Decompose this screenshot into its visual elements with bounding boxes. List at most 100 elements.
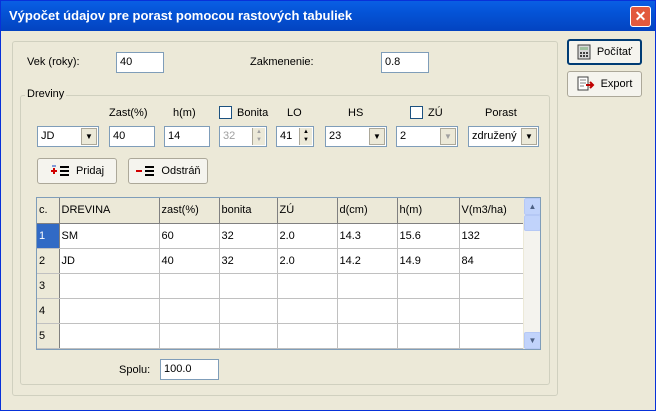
scroll-thumb[interactable] — [524, 215, 540, 231]
add-row-icon — [50, 165, 69, 176]
zast-input[interactable]: 40 — [109, 126, 155, 147]
odstran-button[interactable]: Odstráň — [128, 158, 208, 184]
title-bar: Výpočet údajov pre porast pomocou rastov… — [1, 1, 655, 31]
row-number[interactable]: 1 — [37, 223, 60, 249]
column-header[interactable]: DREVINA — [59, 198, 160, 224]
pocitat-label: Počítať — [596, 46, 633, 58]
bonita-header: Bonita — [237, 107, 269, 119]
table-cell[interactable] — [59, 273, 160, 299]
table-cell[interactable] — [59, 298, 160, 324]
zu-checkbox[interactable] — [410, 106, 423, 119]
chevron-down-icon[interactable]: ▼ — [369, 128, 385, 145]
table-cell[interactable] — [219, 323, 278, 349]
dreviny-group-label: Dreviny — [25, 88, 67, 100]
chevron-down-icon[interactable]: ▼ — [440, 128, 456, 145]
table-cell[interactable] — [337, 323, 398, 349]
column-header[interactable]: zast(%) — [159, 198, 220, 224]
table-cell[interactable] — [277, 298, 338, 324]
scroll-up-icon[interactable]: ▲ — [524, 198, 540, 215]
table-cell[interactable] — [459, 273, 525, 299]
table-cell[interactable]: 32 — [219, 223, 278, 249]
table-cell[interactable]: 60 — [159, 223, 220, 249]
table-cell[interactable]: 40 — [159, 248, 220, 274]
bonita-spin-buttons[interactable]: ▲ ▼ — [252, 128, 265, 145]
table-cell[interactable] — [337, 273, 398, 299]
table-cell[interactable]: JD — [59, 248, 160, 274]
zakmenenie-label: Zakmenenie: — [250, 56, 314, 68]
bonita-checkbox[interactable] — [219, 106, 232, 119]
table-row[interactable]: 3 — [37, 273, 525, 299]
vek-input[interactable]: 40 — [116, 52, 164, 73]
spolu-value: 100.0 — [160, 359, 219, 380]
table-header-row: c. DREVINA zast(%) bonita ZÚ d(cm) h(m) … — [37, 198, 525, 224]
zu-value: 2 — [400, 130, 407, 142]
row-number[interactable]: 3 — [37, 273, 60, 299]
drevina-select[interactable]: JD ▼ — [37, 126, 99, 147]
table-cell[interactable]: 14.9 — [397, 248, 460, 274]
column-header[interactable]: V(m3/ha) — [459, 198, 525, 224]
row-number[interactable]: 2 — [37, 248, 60, 274]
table-cell[interactable] — [59, 323, 160, 349]
table-cell[interactable] — [337, 298, 398, 324]
lo-spin-buttons[interactable]: ▲ ▼ — [299, 128, 312, 145]
table-cell[interactable] — [159, 273, 220, 299]
table-cell[interactable] — [277, 323, 338, 349]
dreviny-table[interactable]: c. DREVINA zast(%) bonita ZÚ d(cm) h(m) … — [36, 197, 541, 350]
table-row[interactable]: 1 SM 60 32 2.0 14.3 15.6 132 — [37, 223, 525, 249]
table-cell[interactable] — [397, 298, 460, 324]
table-cell[interactable] — [159, 298, 220, 324]
table-row[interactable]: 2 JD 40 32 2.0 14.2 14.9 84 — [37, 248, 525, 274]
table-scrollbar[interactable]: ▲ ▼ — [523, 198, 540, 349]
row-number[interactable]: 4 — [37, 298, 60, 324]
lo-spinner[interactable]: 41 ▲ ▼ — [276, 126, 314, 147]
table-cell[interactable] — [219, 273, 278, 299]
window-title: Výpočet údajov pre porast pomocou rastov… — [9, 8, 353, 23]
chevron-down-icon[interactable]: ▼ — [521, 128, 537, 145]
column-header[interactable]: d(cm) — [337, 198, 398, 224]
column-header[interactable]: h(m) — [397, 198, 460, 224]
h-header: h(m) — [173, 107, 196, 119]
table-cell[interactable]: 84 — [459, 248, 525, 274]
chevron-down-icon[interactable]: ▼ — [81, 128, 97, 145]
zu-header: ZÚ — [428, 107, 443, 119]
table-cell[interactable] — [159, 323, 220, 349]
zast-header: Zast(%) — [109, 107, 148, 119]
table-cell[interactable]: 14.3 — [337, 223, 398, 249]
porast-select[interactable]: združený ▼ — [468, 126, 539, 147]
zu-select[interactable]: 2 ▼ — [396, 126, 458, 147]
table-cell[interactable]: 2.0 — [277, 223, 338, 249]
table-cell[interactable] — [277, 273, 338, 299]
close-button[interactable]: ✕ — [630, 6, 651, 27]
table-cell[interactable] — [459, 298, 525, 324]
table-cell[interactable]: 15.6 — [397, 223, 460, 249]
column-header[interactable]: bonita — [219, 198, 278, 224]
pridaj-button[interactable]: Pridaj — [37, 158, 117, 184]
row-number[interactable]: 5 — [37, 323, 60, 349]
dialog-window: Výpočet údajov pre porast pomocou rastov… — [0, 0, 656, 411]
pocitat-button[interactable]: Počítať — [567, 39, 642, 65]
h-input[interactable]: 14 — [164, 126, 210, 147]
table-cell[interactable] — [397, 323, 460, 349]
porast-header: Porast — [485, 107, 517, 119]
table-cell[interactable]: 14.2 — [337, 248, 398, 274]
export-button[interactable]: Export — [567, 71, 642, 97]
table-cell[interactable]: 132 — [459, 223, 525, 249]
table-row[interactable]: 4 — [37, 298, 525, 324]
table-row[interactable]: 5 — [37, 323, 525, 349]
zakmenenie-input[interactable]: 0.8 — [381, 52, 429, 73]
scroll-down-icon[interactable]: ▼ — [524, 332, 540, 349]
column-header[interactable]: c. — [37, 198, 60, 224]
bonita-spinner[interactable]: 32 ▲ ▼ — [219, 126, 267, 147]
hs-value: 23 — [329, 130, 342, 142]
table-cell[interactable]: 32 — [219, 248, 278, 274]
table-cell[interactable] — [459, 323, 525, 349]
table-cell[interactable]: SM — [59, 223, 160, 249]
table-cell[interactable] — [219, 298, 278, 324]
lo-value: 41 — [280, 130, 293, 142]
spolu-label: Spolu: — [119, 364, 151, 376]
lo-header: LO — [287, 107, 302, 119]
column-header[interactable]: ZÚ — [277, 198, 338, 224]
table-cell[interactable]: 2.0 — [277, 248, 338, 274]
table-cell[interactable] — [397, 273, 460, 299]
hs-select[interactable]: 23 ▼ — [325, 126, 387, 147]
